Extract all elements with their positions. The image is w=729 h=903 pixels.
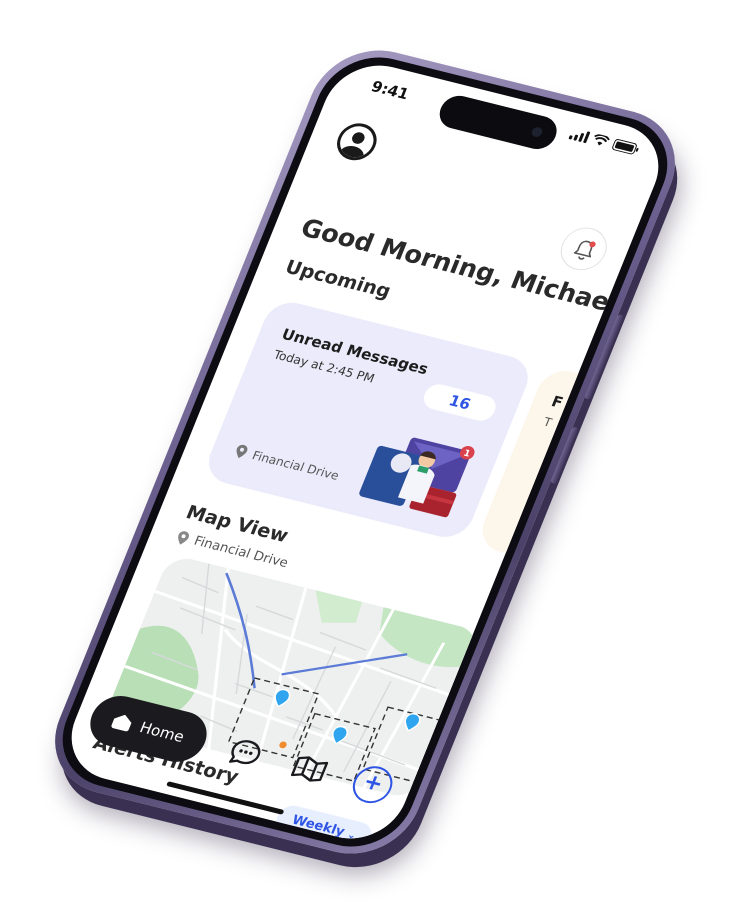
card-location: Financial Drive <box>232 443 341 483</box>
map-icon <box>290 755 328 782</box>
peek-card-title: F <box>548 391 566 412</box>
peek-card-subtitle: T <box>540 414 554 430</box>
signal-icon <box>567 127 590 143</box>
location-pin-icon <box>177 530 189 545</box>
notifications-button[interactable] <box>553 222 613 275</box>
tab-map[interactable] <box>278 741 340 795</box>
status-icons <box>567 127 641 156</box>
upcoming-heading: Upcoming <box>281 255 394 303</box>
status-time: 9:41 <box>368 76 412 103</box>
user-icon-head <box>349 130 366 145</box>
phone-screen: 9:41 Good Morning, Michael! Upcoming Unr… <box>55 54 674 849</box>
battery-icon <box>611 138 641 156</box>
plus-icon: + <box>346 761 398 807</box>
location-pin-icon <box>236 444 247 458</box>
tab-messages[interactable] <box>214 726 276 780</box>
wifi-icon <box>590 133 610 148</box>
unread-count-badge: 16 <box>419 381 500 423</box>
bell-icon <box>573 240 596 260</box>
phone-mockup: 9:41 Good Morning, Michael! Upcoming Unr… <box>35 36 694 867</box>
user-icon-body <box>335 143 367 164</box>
front-camera-icon <box>529 125 544 138</box>
chat-bubble-icon <box>228 739 261 764</box>
profile-avatar-button[interactable] <box>330 118 382 164</box>
unread-messages-card[interactable]: Unread Messages Today at 2:45 PM 16 Fina… <box>200 296 536 542</box>
home-icon <box>110 712 134 731</box>
messages-illustration: 1 <box>350 423 481 523</box>
card-location-label: Financial Drive <box>249 447 341 482</box>
tab-home-label: Home <box>136 717 187 746</box>
tab-add[interactable]: + <box>341 757 403 811</box>
